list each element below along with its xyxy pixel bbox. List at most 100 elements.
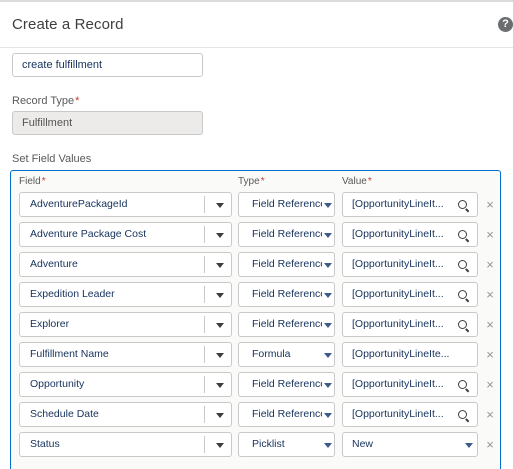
type-select-value: Field Reference bbox=[252, 408, 322, 420]
value-input[interactable]: [OpportunityLineIt... bbox=[342, 312, 478, 337]
remove-row-icon[interactable]: × bbox=[484, 252, 496, 277]
chevron-down-icon[interactable] bbox=[216, 383, 224, 388]
modal-title: Create a Record bbox=[12, 16, 124, 33]
field-select[interactable]: Explorer bbox=[19, 312, 232, 337]
chevron-down-icon[interactable] bbox=[216, 233, 224, 238]
value-input[interactable]: [OpportunityLineIt... bbox=[342, 222, 478, 247]
chevron-down-icon[interactable] bbox=[216, 413, 224, 418]
chevron-down-icon[interactable] bbox=[465, 443, 473, 448]
search-icon[interactable] bbox=[458, 320, 467, 329]
type-select[interactable]: Field Reference bbox=[238, 402, 335, 427]
remove-row-icon[interactable]: × bbox=[484, 342, 496, 367]
field-select[interactable]: Schedule Date bbox=[19, 402, 232, 427]
chevron-down-icon[interactable] bbox=[324, 323, 332, 328]
chevron-down-icon[interactable] bbox=[324, 203, 332, 208]
field-select[interactable]: Fulfillment Name bbox=[19, 342, 232, 367]
field-value-row: AdventurePackageId Field Reference [Opport… bbox=[0, 192, 513, 217]
field-value-row: Explorer Field Reference [OpportunityLineI… bbox=[0, 312, 513, 337]
remove-row-icon[interactable]: × bbox=[484, 372, 496, 397]
type-select-value: Field Reference bbox=[252, 318, 322, 330]
field-select[interactable]: Status bbox=[19, 432, 232, 457]
value-input[interactable]: [OpportunityLineIt... bbox=[342, 372, 478, 397]
type-select[interactable]: Field Reference bbox=[238, 312, 335, 337]
chevron-down-icon[interactable] bbox=[324, 413, 332, 418]
search-icon[interactable] bbox=[458, 230, 467, 239]
select-divider bbox=[204, 436, 205, 453]
value-column-header: Value* bbox=[342, 176, 372, 187]
type-select[interactable]: Field Reference bbox=[238, 252, 335, 277]
remove-row-icon[interactable]: × bbox=[484, 432, 496, 457]
field-select-value: Opportunity bbox=[30, 378, 85, 390]
search-icon[interactable] bbox=[458, 410, 467, 419]
field-select[interactable]: AdventurePackageId bbox=[19, 192, 232, 217]
chevron-down-icon[interactable] bbox=[216, 263, 224, 268]
type-select[interactable]: Field Reference bbox=[238, 222, 335, 247]
type-select-value: Field Reference bbox=[252, 228, 322, 240]
chevron-down-icon[interactable] bbox=[324, 353, 332, 358]
remove-row-icon[interactable]: × bbox=[484, 192, 496, 217]
chevron-down-icon[interactable] bbox=[216, 203, 224, 208]
select-divider bbox=[204, 316, 205, 333]
value-input-text: [OpportunityLineIt... bbox=[352, 318, 444, 330]
value-input-text: New bbox=[352, 438, 374, 450]
value-input-text: [OpportunityLineIt... bbox=[352, 198, 444, 210]
type-select-value: Field Reference bbox=[252, 198, 322, 210]
record-type-field: Fulfillment bbox=[12, 111, 203, 135]
field-select[interactable]: Expedition Leader bbox=[19, 282, 232, 307]
select-divider bbox=[204, 196, 205, 213]
type-select[interactable]: Field Reference bbox=[238, 372, 335, 397]
type-select[interactable]: Field Reference bbox=[238, 192, 335, 217]
record-name-input[interactable]: create fulfillment bbox=[12, 53, 203, 77]
field-select-value: Fulfillment Name bbox=[30, 348, 109, 360]
field-select-value: Adventure Package Cost bbox=[30, 228, 147, 240]
chevron-down-icon[interactable] bbox=[216, 443, 224, 448]
field-select[interactable]: Adventure bbox=[19, 252, 232, 277]
chevron-down-icon[interactable] bbox=[324, 263, 332, 268]
help-icon[interactable]: ? bbox=[498, 17, 513, 32]
value-input-text: [OpportunityLineIt... bbox=[352, 378, 444, 390]
value-input[interactable]: [OpportunityLineIt... bbox=[342, 192, 478, 217]
search-icon[interactable] bbox=[458, 200, 467, 209]
set-field-values-label: Set Field Values bbox=[12, 153, 92, 165]
chevron-down-icon[interactable] bbox=[216, 293, 224, 298]
value-input[interactable]: [OpportunityLineIt... bbox=[342, 282, 478, 307]
remove-row-icon[interactable]: × bbox=[484, 312, 496, 337]
chevron-down-icon[interactable] bbox=[216, 323, 224, 328]
field-value-row: Fulfillment Name Formula [OpportunityLineI… bbox=[0, 342, 513, 367]
search-icon[interactable] bbox=[458, 290, 467, 299]
value-input[interactable]: New bbox=[342, 432, 478, 457]
record-type-label: Record Type* bbox=[12, 95, 80, 107]
chevron-down-icon[interactable] bbox=[324, 383, 332, 388]
chevron-down-icon[interactable] bbox=[324, 443, 332, 448]
field-select[interactable]: Opportunity bbox=[19, 372, 232, 397]
type-select-value: Field Reference bbox=[252, 258, 322, 270]
field-value-row: Opportunity Field Reference [OpportunityLi… bbox=[0, 372, 513, 397]
value-input[interactable]: [OpportunityLineIt... bbox=[342, 402, 478, 427]
type-select[interactable]: Field Reference bbox=[238, 282, 335, 307]
field-value-row: Expedition Leader Field Reference [Opportu… bbox=[0, 282, 513, 307]
chevron-down-icon[interactable] bbox=[216, 353, 224, 358]
value-input-text: [OpportunityLineIte... bbox=[352, 348, 450, 360]
value-input[interactable]: [OpportunityLineIt... bbox=[342, 252, 478, 277]
select-divider bbox=[204, 406, 205, 423]
type-select-value: Field Reference bbox=[252, 288, 322, 300]
search-icon[interactable] bbox=[458, 260, 467, 269]
remove-row-icon[interactable]: × bbox=[484, 282, 496, 307]
type-column-header: Type* bbox=[238, 176, 265, 187]
field-column-header: Field* bbox=[19, 176, 46, 187]
chevron-down-icon[interactable] bbox=[324, 293, 332, 298]
select-divider bbox=[204, 256, 205, 273]
field-value-row: Adventure Field Reference [OpportunityLine… bbox=[0, 252, 513, 277]
type-select[interactable]: Picklist bbox=[238, 432, 335, 457]
remove-row-icon[interactable]: × bbox=[484, 402, 496, 427]
field-select-value: Status bbox=[30, 438, 60, 450]
remove-row-icon[interactable]: × bbox=[484, 222, 496, 247]
field-value-row: Adventure Package Cost Field Reference [Op… bbox=[0, 222, 513, 247]
search-icon[interactable] bbox=[458, 380, 467, 389]
field-select[interactable]: Adventure Package Cost bbox=[19, 222, 232, 247]
chevron-down-icon[interactable] bbox=[324, 233, 332, 238]
value-input[interactable]: [OpportunityLineIte... bbox=[342, 342, 478, 367]
type-select[interactable]: Formula bbox=[238, 342, 335, 367]
select-divider bbox=[204, 286, 205, 303]
type-select-value: Formula bbox=[252, 348, 291, 360]
